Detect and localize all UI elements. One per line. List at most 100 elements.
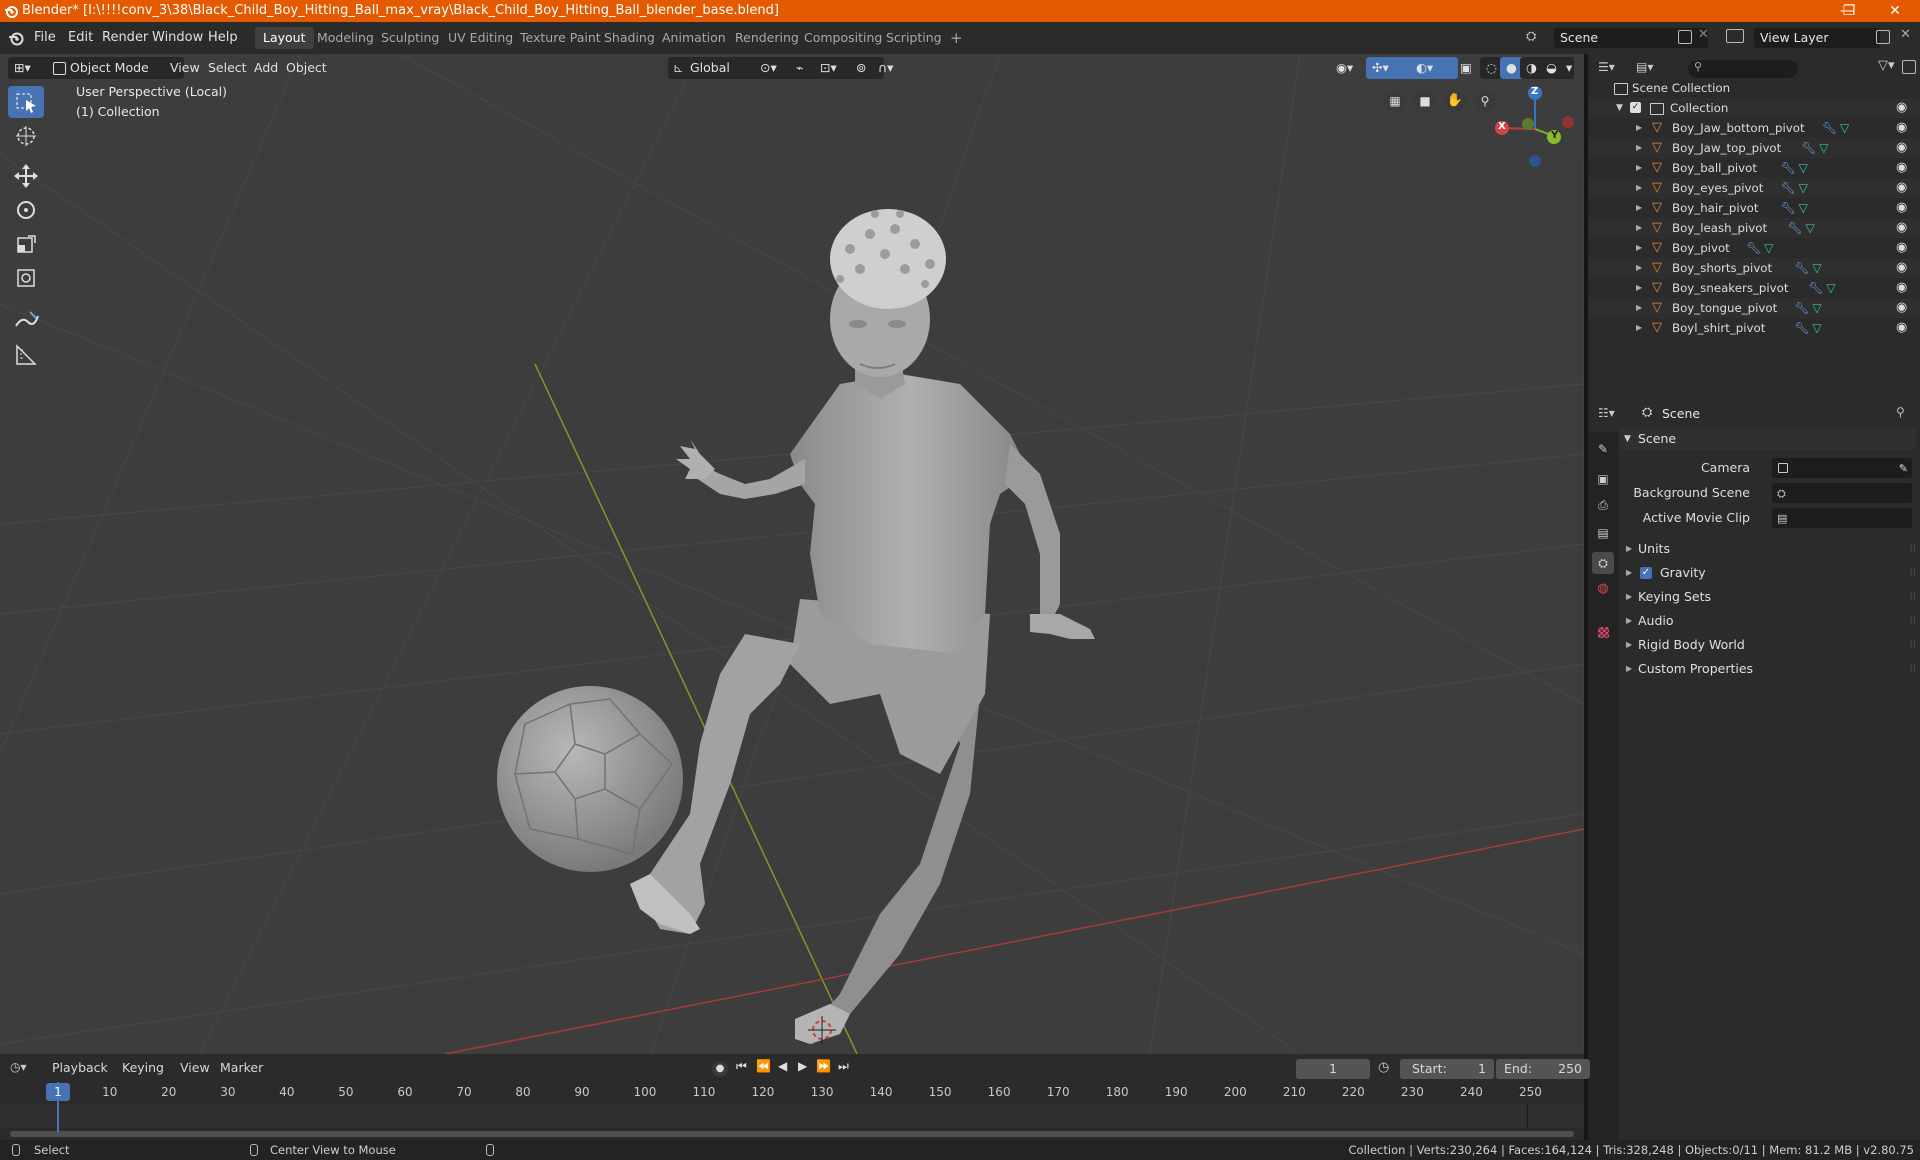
output-tab-icon[interactable]: ⎙ xyxy=(1592,494,1614,516)
tab-uv-editing[interactable]: UV Editing xyxy=(440,27,521,49)
menu-render[interactable]: Render xyxy=(102,22,148,54)
camera-view-icon[interactable]: ■ xyxy=(1414,90,1436,112)
proportional-falloff-icon[interactable]: ∩▾ xyxy=(872,57,914,79)
outliner-object-row[interactable]: ▶ ▽ Boy_pivot 🔧︎ ▽ ◉ xyxy=(1588,238,1920,258)
auto-keying-icon[interactable]: ● xyxy=(712,1061,728,1077)
expand-arrow-icon[interactable]: ▶ xyxy=(1636,258,1642,278)
pan-view-icon[interactable]: ✋ xyxy=(1444,90,1466,112)
outliner-object-row[interactable]: ▶ ▽ Boy_Jaw_top_pivot 🔧︎ ▽ ◉ xyxy=(1588,138,1920,158)
visibility-eye-icon[interactable]: ◉ xyxy=(1896,138,1907,158)
mesh-data-icon[interactable]: ▽ xyxy=(1826,278,1835,298)
panel-units[interactable]: ▶ Units ⁞⁞ xyxy=(1620,538,1916,560)
visibility-eye-icon[interactable]: ◉ xyxy=(1896,298,1907,318)
active-movie-clip-field[interactable]: ▤ xyxy=(1772,508,1912,528)
tab-sculpting[interactable]: Sculpting xyxy=(373,27,447,49)
overlay-toggle-icon[interactable]: ◐▾ xyxy=(1410,57,1458,79)
outliner-object-row[interactable]: ▶ ▽ Boy_Jaw_bottom_pivot 🔧︎ ▽ ◉ xyxy=(1588,118,1920,138)
visibility-eye-icon[interactable]: ◉ xyxy=(1896,258,1907,278)
outliner-object-row[interactable]: ▶ ▽ Boy_ball_pivot 🔧︎ ▽ ◉ xyxy=(1588,158,1920,178)
scene-panel-header[interactable]: ▼ Scene xyxy=(1620,428,1916,450)
outliner-object-row[interactable]: ▶ ▽ Boy_tongue_pivot 🔧︎ ▽ ◉ xyxy=(1588,298,1920,318)
cursor-tool-icon[interactable] xyxy=(8,120,44,152)
expand-arrow-icon[interactable]: ▶ xyxy=(1636,158,1642,178)
end-frame-field[interactable]: End: 250 xyxy=(1496,1059,1590,1079)
outliner-object-row[interactable]: ▶ ▽ Boy_shorts_pivot 🔧︎ ▽ ◉ xyxy=(1588,258,1920,278)
background-scene-field[interactable]: ⛭ xyxy=(1772,483,1912,503)
new-view-layer-icon[interactable] xyxy=(1876,30,1890,44)
start-frame-field[interactable]: Start: 1 xyxy=(1400,1059,1494,1079)
render-tab-icon[interactable]: ▣ xyxy=(1592,468,1614,490)
annotate-tool-icon[interactable] xyxy=(8,304,44,336)
expand-arrow-icon[interactable]: ▶ xyxy=(1636,178,1642,198)
panel-keying-sets[interactable]: ▶ Keying Sets ⁞⁞ xyxy=(1620,586,1916,608)
mesh-data-icon[interactable]: ▽ xyxy=(1812,318,1821,338)
tab-shading[interactable]: Shading xyxy=(596,27,663,49)
playhead-frame-badge[interactable]: 1 xyxy=(46,1083,70,1101)
menu-marker[interactable]: Marker xyxy=(220,1060,263,1075)
mesh-data-icon[interactable]: ▽ xyxy=(1764,238,1773,258)
new-scene-icon[interactable] xyxy=(1678,30,1692,44)
outliner-display-mode-icon[interactable]: ▤▾ xyxy=(1636,60,1653,74)
modifier-wrench-icon[interactable]: 🔧︎ xyxy=(1801,138,1816,158)
modifier-wrench-icon[interactable]: 🔧︎ xyxy=(1781,198,1796,218)
measure-tool-icon[interactable] xyxy=(8,338,44,370)
tab-layout[interactable]: Layout xyxy=(255,27,314,49)
rotate-tool-icon[interactable] xyxy=(8,194,44,226)
keyframe-track[interactable] xyxy=(0,1104,1584,1128)
panel-audio[interactable]: ▶ Audio ⁞⁞ xyxy=(1620,610,1916,632)
expand-arrow-icon[interactable]: ▶ xyxy=(1636,238,1642,258)
tab-rendering[interactable]: Rendering xyxy=(727,27,807,49)
soccer-ball[interactable] xyxy=(497,686,683,872)
scale-tool-icon[interactable] xyxy=(8,228,44,260)
outliner-object-row[interactable]: ▶ ▽ Boy_eyes_pivot 🔧︎ ▽ ◉ xyxy=(1588,178,1920,198)
drag-handle-icon[interactable]: ⁞⁞ xyxy=(1910,658,1916,680)
expand-arrow-icon[interactable]: ▶ xyxy=(1636,318,1642,338)
timeline-scrollbar[interactable] xyxy=(10,1131,1574,1137)
scene-tab-icon[interactable]: ⛭ xyxy=(1592,552,1614,574)
outliner-editor-type-icon[interactable]: ☰▾ xyxy=(1598,60,1615,74)
view-layer-tab-icon[interactable]: ▤ xyxy=(1592,522,1614,544)
modifier-wrench-icon[interactable]: 🔧︎ xyxy=(1746,238,1761,258)
tab-animation[interactable]: Animation xyxy=(654,27,734,49)
texture-tab-icon[interactable] xyxy=(1592,622,1614,644)
expand-arrow-icon[interactable]: ▶ xyxy=(1636,298,1642,318)
menu-timeline-view[interactable]: View xyxy=(180,1060,210,1075)
delete-scene-icon[interactable]: ✕ xyxy=(1698,27,1709,42)
modifier-wrench-icon[interactable]: 🔧︎ xyxy=(1788,218,1803,238)
outliner-object-row[interactable]: ▶ ▽ Boy_hair_pivot 🔧︎ ▽ ◉ xyxy=(1588,198,1920,218)
select-box-tool-icon[interactable] xyxy=(8,86,44,118)
expand-arrow-icon[interactable]: ▶ xyxy=(1636,138,1642,158)
outliner-search-input[interactable]: ⚲ xyxy=(1688,60,1798,78)
modifier-wrench-icon[interactable]: 🔧︎ xyxy=(1808,278,1823,298)
add-workspace-button[interactable]: + xyxy=(942,27,971,49)
timeline-editor-type-icon[interactable]: ◷▾ xyxy=(10,1060,27,1074)
visibility-eye-icon[interactable]: ◉ xyxy=(1896,278,1907,298)
current-frame-field[interactable]: 1 xyxy=(1296,1059,1370,1079)
outliner-object-row[interactable]: ▶ ▽ Boy_leash_pivot 🔧︎ ▽ ◉ xyxy=(1588,218,1920,238)
delete-view-layer-icon[interactable]: ✕ xyxy=(1900,27,1911,42)
modifier-wrench-icon[interactable]: 🔧︎ xyxy=(1822,118,1837,138)
tool-tab-icon[interactable]: ✎ xyxy=(1592,438,1614,460)
jump-keyframe-forward-icon[interactable]: ⏩ xyxy=(816,1059,831,1073)
mesh-data-icon[interactable]: ▽ xyxy=(1812,258,1821,278)
outliner-scene-collection[interactable]: Scene Collection xyxy=(1588,78,1920,98)
maximize-button[interactable]: ❐ xyxy=(1826,0,1872,22)
mesh-data-icon[interactable]: ▽ xyxy=(1799,158,1808,178)
pin-icon[interactable]: ⚲ xyxy=(1896,405,1905,419)
expand-arrow-icon[interactable]: ▶ xyxy=(1636,118,1642,138)
drag-handle-icon[interactable]: ⁞⁞ xyxy=(1910,634,1916,656)
jump-start-icon[interactable]: ⏮ xyxy=(736,1059,747,1074)
modifier-wrench-icon[interactable]: 🔧︎ xyxy=(1781,178,1796,198)
new-collection-icon[interactable] xyxy=(1902,60,1916,74)
expand-arrow-icon[interactable]: ▶ xyxy=(1636,278,1642,298)
outliner-object-row[interactable]: ▶ ▽ Boyl_shirt_pivot 🔧︎ ▽ ◉ xyxy=(1588,318,1920,338)
visibility-eye-icon[interactable]: ◉ xyxy=(1896,318,1907,338)
jump-end-icon[interactable]: ⏭ xyxy=(838,1059,849,1074)
gizmo-toggle-icon[interactable]: ✣▾ xyxy=(1366,57,1414,79)
camera-field[interactable]: ✎ xyxy=(1772,458,1912,478)
collection-checkbox[interactable]: ✓ xyxy=(1630,102,1641,113)
visibility-eye-icon[interactable]: ◉ xyxy=(1896,218,1907,238)
outliner-object-row[interactable]: ▶ ▽ Boy_sneakers_pivot 🔧︎ ▽ ◉ xyxy=(1588,278,1920,298)
modifier-wrench-icon[interactable]: 🔧︎ xyxy=(1781,158,1796,178)
visibility-eye-icon[interactable]: ◉ xyxy=(1896,118,1907,138)
